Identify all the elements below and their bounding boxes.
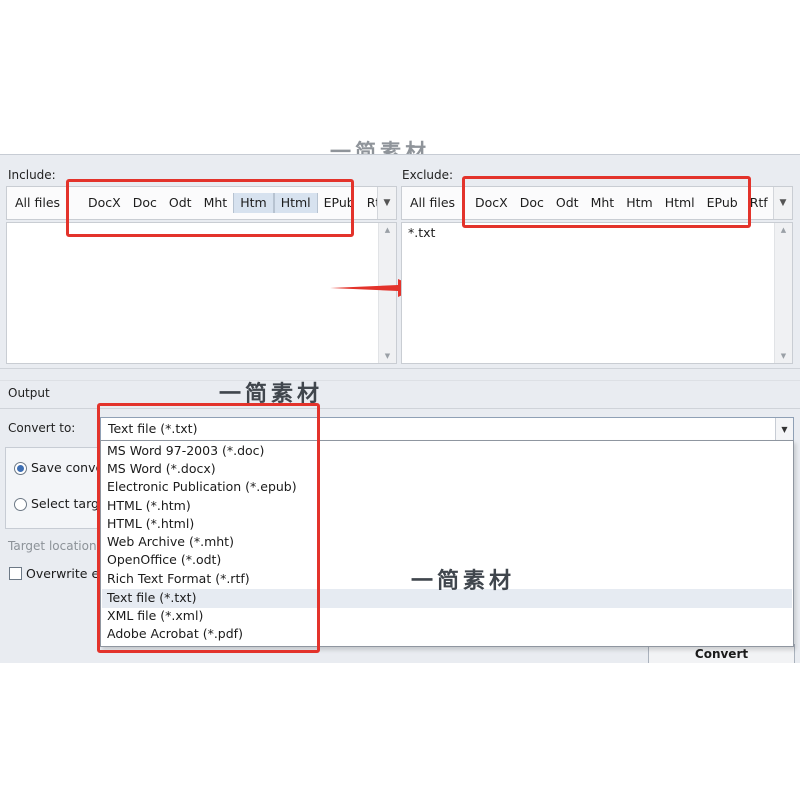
exclude-list-item[interactable]: *.txt [408, 225, 435, 240]
exclude-list[interactable]: *.txt ▲ ▼ [401, 222, 793, 364]
section-divider [0, 380, 800, 381]
exclude-label: Exclude: [402, 168, 454, 182]
exclude-tab-html[interactable]: Html [659, 193, 701, 213]
scroll-down-icon[interactable]: ▼ [379, 349, 396, 363]
option-xml[interactable]: XML file (*.xml) [107, 607, 203, 625]
output-section-title: Output [8, 386, 50, 400]
option-doc[interactable]: MS Word 97-2003 (*.doc) [107, 442, 264, 460]
save-convert-radio[interactable] [14, 462, 27, 475]
option-odt[interactable]: OpenOffice (*.odt) [107, 551, 221, 569]
include-tab-odt[interactable]: Odt [163, 193, 198, 213]
exclude-tab-rtf[interactable]: Rtf [744, 193, 774, 213]
exclude-scrollbar[interactable]: ▲ ▼ [774, 223, 792, 363]
include-tabbar: All files DocX Doc Odt Mht Htm Html EPub… [6, 186, 397, 220]
exclude-tabbar: All files DocX Doc Odt Mht Htm Html EPub… [401, 186, 793, 220]
section-divider [0, 408, 800, 409]
scroll-up-icon[interactable]: ▲ [775, 223, 792, 237]
option-docx[interactable]: MS Word (*.docx) [107, 460, 216, 478]
include-tab-all-files[interactable]: All files [7, 193, 68, 213]
option-htm[interactable]: HTML (*.htm) [107, 497, 191, 515]
exclude-tab-odt[interactable]: Odt [550, 193, 585, 213]
option-txt[interactable]: Text file (*.txt) [107, 589, 196, 607]
exclude-tab-epub[interactable]: EPub [701, 193, 744, 213]
overwrite-label: Overwrite exi [26, 566, 110, 581]
include-tab-htm[interactable]: Htm [233, 193, 274, 213]
exclude-tab-mht[interactable]: Mht [585, 193, 621, 213]
exclude-tab-htm[interactable]: Htm [620, 193, 658, 213]
overwrite-checkbox[interactable] [9, 567, 22, 580]
include-tab-dropdown-icon[interactable]: ▼ [377, 187, 396, 219]
include-tab-mht[interactable]: Mht [198, 193, 234, 213]
convert-to-select[interactable]: Text file (*.txt) ▼ [100, 417, 794, 441]
target-location-label: Target location: [8, 539, 101, 553]
convert-to-label: Convert to: [8, 421, 76, 435]
option-rtf[interactable]: Rich Text Format (*.rtf) [107, 570, 250, 588]
include-tab-doc[interactable]: Doc [127, 193, 163, 213]
exclude-tab-all-files[interactable]: All files [402, 193, 463, 213]
convert-to-value: Text file (*.txt) [108, 421, 198, 436]
exclude-tab-docx[interactable]: DocX [469, 193, 514, 213]
exclude-tab-dropdown-icon[interactable]: ▼ [773, 187, 792, 219]
exclude-tab-doc[interactable]: Doc [514, 193, 550, 213]
option-mht[interactable]: Web Archive (*.mht) [107, 533, 234, 551]
option-pdf[interactable]: Adobe Acrobat (*.pdf) [107, 625, 243, 643]
select-target-radio[interactable] [14, 498, 27, 511]
include-label: Include: [8, 168, 56, 182]
chevron-down-icon[interactable]: ▼ [775, 418, 793, 440]
include-tab-epub[interactable]: EPub [318, 193, 361, 213]
watermark-middle: 一简素材 [219, 381, 324, 407]
convert-to-dropdown: MS Word 97-2003 (*.doc) MS Word (*.docx)… [100, 440, 794, 647]
scroll-down-icon[interactable]: ▼ [775, 349, 792, 363]
watermark-bottom: 一简素材 [411, 568, 516, 594]
option-epub[interactable]: Electronic Publication (*.epub) [107, 478, 297, 496]
include-tab-html[interactable]: Html [273, 193, 318, 213]
include-tab-docx[interactable]: DocX [82, 193, 127, 213]
section-divider [0, 368, 800, 369]
option-html[interactable]: HTML (*.html) [107, 515, 194, 533]
scroll-up-icon[interactable]: ▲ [379, 223, 396, 237]
